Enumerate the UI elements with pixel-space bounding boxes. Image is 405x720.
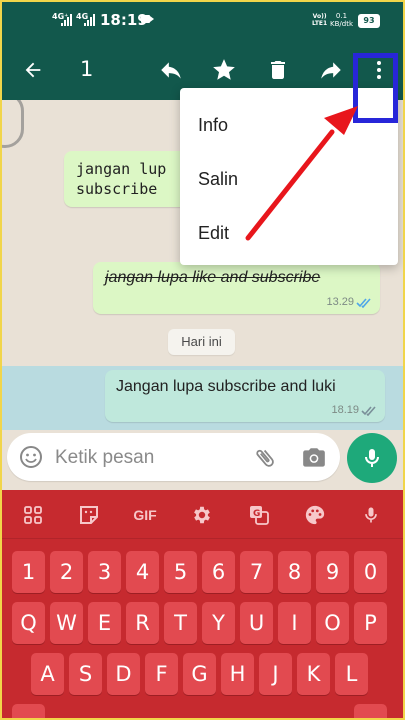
volte-indicator: Vo)) LTE1 xyxy=(312,13,328,27)
star-icon[interactable] xyxy=(209,55,239,85)
message-text-3: Jangan lupa subscribe and luki xyxy=(116,378,336,395)
key-s[interactable]: S xyxy=(69,653,102,695)
message-input-container: Ketik pesan xyxy=(7,433,340,481)
svg-text:G: G xyxy=(253,509,260,519)
camera-icon[interactable] xyxy=(301,445,327,471)
background-doodle xyxy=(0,100,24,148)
voice-message-button[interactable] xyxy=(347,433,397,483)
mic-icon xyxy=(365,449,379,467)
gif-button[interactable]: GIF xyxy=(128,502,162,528)
message-time-3: 18.19 xyxy=(331,404,359,416)
status-bar: 4G⁺ 4G 18:19 Vo)) LTE1 0.1 KB/dtk 93 xyxy=(0,0,405,40)
key-8[interactable]: 8 xyxy=(278,551,311,593)
key-p[interactable]: P xyxy=(354,602,387,644)
message-time-2: 13.29 xyxy=(326,296,354,308)
key-r[interactable]: R xyxy=(126,602,159,644)
annotation-highlight-box xyxy=(353,53,398,123)
signal-icon-1 xyxy=(61,14,75,26)
key-i[interactable]: I xyxy=(278,602,311,644)
key-backspace-partial[interactable] xyxy=(354,704,387,720)
key-7[interactable]: 7 xyxy=(240,551,273,593)
key-o[interactable]: O xyxy=(316,602,349,644)
apps-icon[interactable] xyxy=(20,502,46,528)
keyboard-toolbar-divider xyxy=(0,538,405,539)
key-5[interactable]: 5 xyxy=(164,551,197,593)
key-6[interactable]: 6 xyxy=(202,551,235,593)
emoji-icon[interactable] xyxy=(19,445,43,469)
day-divider: Hari ini xyxy=(168,329,235,355)
key-w[interactable]: W xyxy=(50,602,83,644)
key-j[interactable]: J xyxy=(259,653,292,695)
key-a[interactable]: A xyxy=(31,653,64,695)
keyboard-mic-icon[interactable] xyxy=(358,502,384,528)
signal-icon-2 xyxy=(84,14,98,26)
palette-icon[interactable] xyxy=(302,502,328,528)
double-check-icon xyxy=(361,406,376,416)
key-d[interactable]: D xyxy=(107,653,140,695)
menu-item-info[interactable]: Info xyxy=(198,115,228,136)
delete-icon[interactable] xyxy=(263,55,293,85)
data-speed: 0.1 KB/dtk xyxy=(330,12,353,28)
back-arrow-icon[interactable] xyxy=(18,55,48,85)
keyboard: GIF G 1 2 3 4 5 6 7 8 9 0 Q W E R T Y U … xyxy=(0,490,405,720)
double-check-icon xyxy=(356,298,371,308)
key-l[interactable]: L xyxy=(335,653,368,695)
key-h[interactable]: H xyxy=(221,653,254,695)
forward-icon[interactable] xyxy=(316,55,346,85)
message-bubble-2[interactable]: jangan lupa like and subscribe 13.29 xyxy=(93,262,380,314)
key-1[interactable]: 1 xyxy=(12,551,45,593)
key-4[interactable]: 4 xyxy=(126,551,159,593)
key-e[interactable]: E xyxy=(88,602,121,644)
key-2[interactable]: 2 xyxy=(50,551,83,593)
settings-icon[interactable] xyxy=(189,502,215,528)
selected-count: 1 xyxy=(80,57,94,81)
battery-icon: 93 xyxy=(358,14,380,28)
key-y[interactable]: Y xyxy=(202,602,235,644)
translate-icon[interactable]: G xyxy=(246,502,272,528)
key-k[interactable]: K xyxy=(297,653,330,695)
reply-icon[interactable] xyxy=(156,55,186,85)
key-g[interactable]: G xyxy=(183,653,216,695)
key-u[interactable]: U xyxy=(240,602,273,644)
key-shift-partial[interactable] xyxy=(12,704,45,720)
key-3[interactable]: 3 xyxy=(88,551,121,593)
key-t[interactable]: T xyxy=(164,602,197,644)
key-0[interactable]: 0 xyxy=(354,551,387,593)
message-input[interactable]: Ketik pesan xyxy=(55,447,154,469)
message-text-1: jangan lup subscribe xyxy=(76,160,167,198)
key-q[interactable]: Q xyxy=(12,602,45,644)
key-f[interactable]: F xyxy=(145,653,178,695)
message-bubble-3-selected[interactable]: Jangan lupa subscribe and luki 18.19 xyxy=(105,370,385,422)
key-9[interactable]: 9 xyxy=(316,551,349,593)
menu-item-salin[interactable]: Salin xyxy=(198,169,238,190)
message-input-bar: Ketik pesan xyxy=(0,430,405,490)
message-text-2: jangan lupa like and subscribe xyxy=(105,269,321,286)
sticker-icon[interactable] xyxy=(76,502,102,528)
attach-icon[interactable] xyxy=(253,446,277,470)
screen-record-icon xyxy=(141,15,154,23)
menu-item-edit[interactable]: Edit xyxy=(198,223,229,244)
